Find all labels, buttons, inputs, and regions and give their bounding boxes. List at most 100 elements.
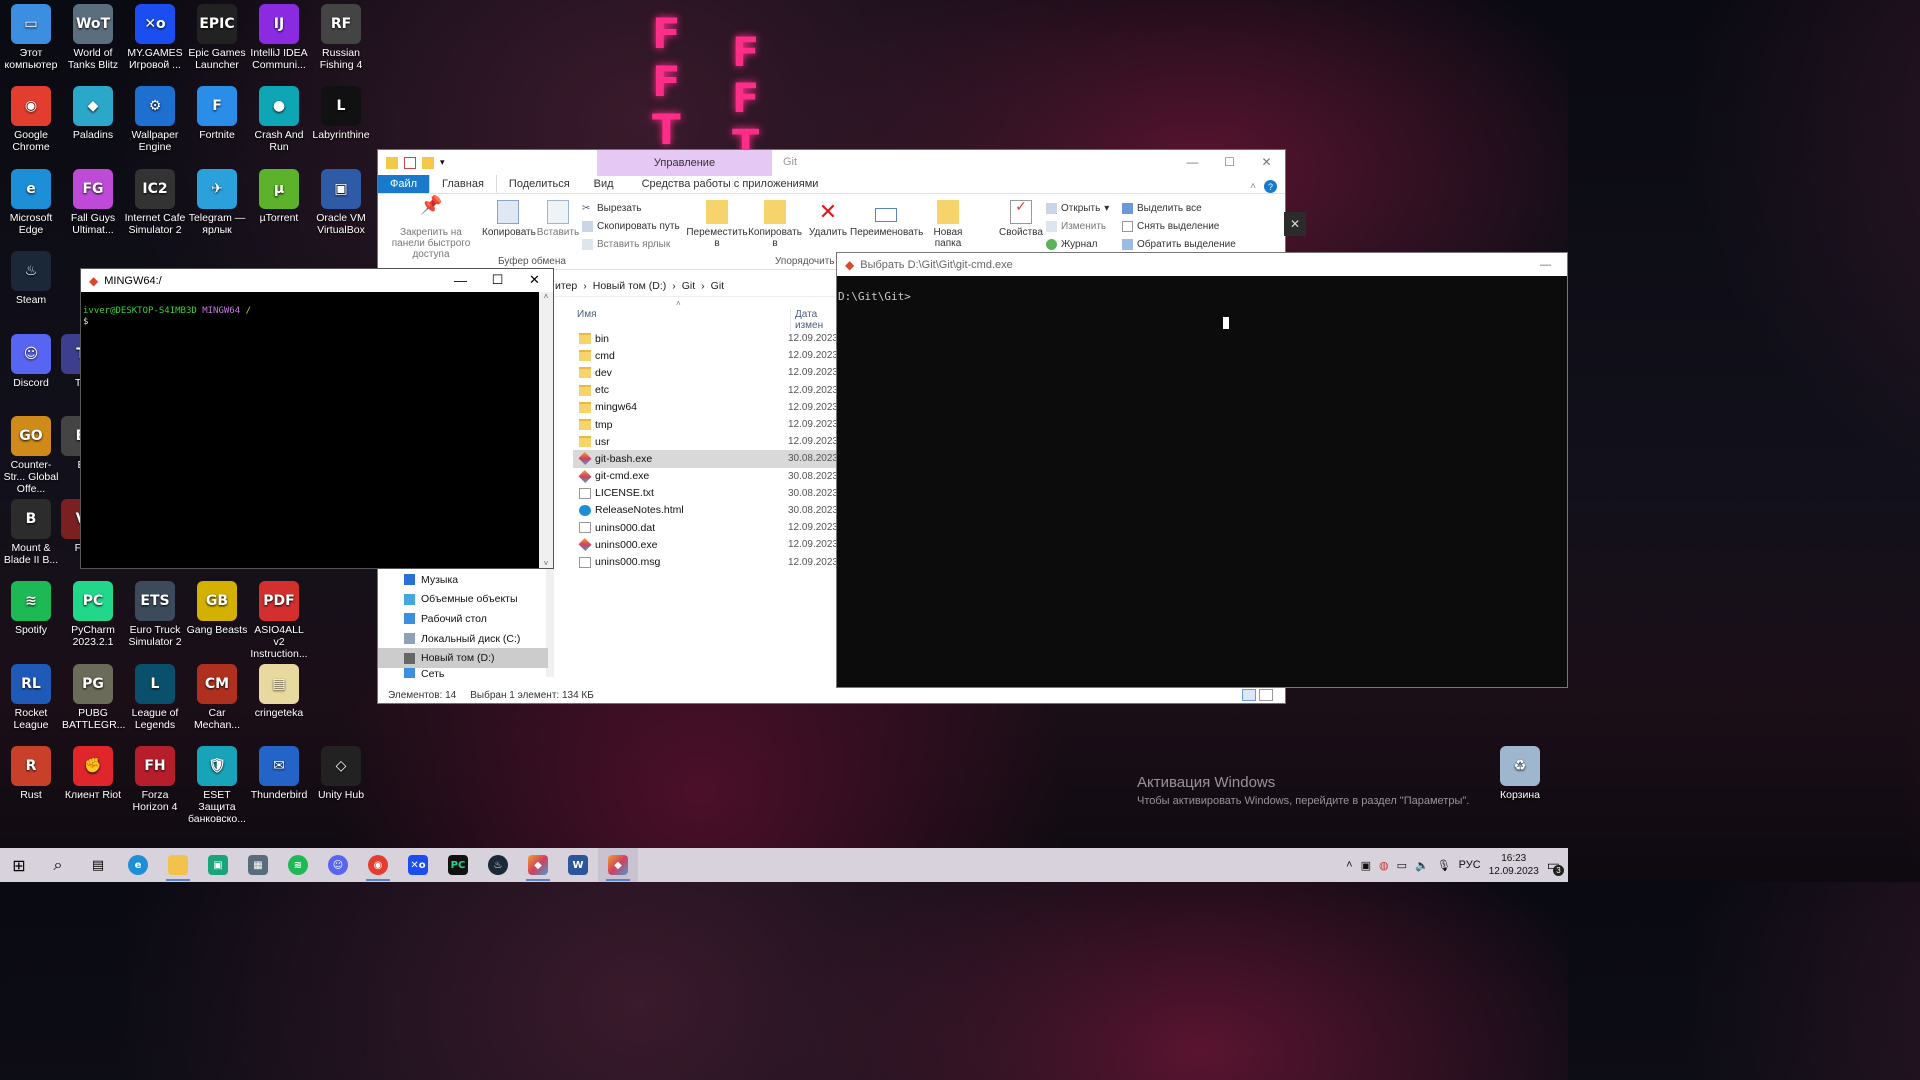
properties-button[interactable]: ✓ Свойства (998, 199, 1044, 238)
mingw-terminal-window[interactable]: ◆ MINGW64:/ — ☐ ✕ ivver@DESKTOP-S4IMB3D … (80, 268, 554, 569)
properties-icon[interactable] (404, 156, 416, 169)
file-row[interactable]: tmp 12.09.2023 (573, 416, 838, 433)
file-row[interactable]: git-bash.exe 30.08.2023 (573, 450, 838, 468)
desktop-icon[interactable]: F Fortnite (186, 82, 248, 141)
new-folder-button[interactable]: Новая папка (928, 200, 968, 249)
minimize-icon[interactable]: — (1174, 150, 1211, 174)
file-row[interactable]: bin 12.09.2023 (573, 330, 838, 347)
pin-button[interactable]: 📌 Закрепить на панели быстрого доступа (383, 196, 479, 260)
breadcrumb-item[interactable]: итер (555, 280, 577, 292)
copy-button[interactable]: Копировать (482, 200, 536, 238)
breadcrumb-item[interactable]: Git (711, 280, 724, 292)
help-icon[interactable]: ? (1264, 180, 1277, 193)
desktop-icon[interactable]: ⚙ Wallpaper Engine (124, 82, 186, 153)
file-row[interactable]: mingw64 12.09.2023 (573, 399, 838, 416)
context-tab-manage[interactable]: Управление (597, 150, 772, 176)
details-view-icon[interactable] (1242, 689, 1256, 701)
tab-view[interactable]: Вид (582, 174, 626, 193)
breadcrumb-item[interactable]: Git (682, 280, 695, 292)
nav-item[interactable]: Рабочий стол (378, 609, 548, 629)
desktop-icon[interactable]: FG Fall Guys Ultimat... (62, 165, 124, 236)
desktop-icon[interactable]: WoT World of Tanks Blitz (62, 0, 124, 71)
desktop-icon[interactable]: ▣ Oracle VM VirtualBox (310, 165, 372, 236)
open-button[interactable]: Открыть ▾ (1046, 203, 1109, 214)
network-icon[interactable]: ▭ (1397, 859, 1407, 872)
search-button[interactable]: ⌕ (38, 848, 78, 882)
language-indicator[interactable]: РУС (1459, 859, 1481, 871)
file-row[interactable]: unins000.dat 12.09.2023 (573, 519, 838, 536)
desktop-icon[interactable]: L Labyrinthine (310, 82, 372, 141)
select-all-button[interactable]: Выделить все (1122, 203, 1202, 214)
start-button[interactable]: ⊞ (0, 848, 38, 882)
mingw-titlebar[interactable]: ◆ MINGW64:/ — ☐ ✕ (81, 269, 553, 292)
desktop-icon[interactable]: L League of Legends (124, 660, 186, 731)
desktop-icon[interactable]: RL Rocket League (0, 660, 62, 731)
desktop-icon[interactable]: FH Forza Horizon 4 (124, 742, 186, 813)
taskbar-explorer[interactable] (158, 848, 198, 882)
select-none-button[interactable]: Снять выделение (1122, 221, 1219, 232)
close-icon[interactable]: ✕ (516, 269, 553, 291)
desktop-icon[interactable]: IC2 Internet Cafe Simulator 2 (124, 165, 186, 236)
chevron-down-icon[interactable]: ˅ (539, 559, 553, 568)
taskbar-spotify[interactable]: ≋ (278, 848, 318, 882)
file-row[interactable]: unins000.exe 12.09.2023 (573, 536, 838, 553)
invert-selection-button[interactable]: Обратить выделение (1122, 239, 1236, 250)
rename-button[interactable]: Переименовать (850, 200, 923, 238)
desktop-icon[interactable]: ◆ Paladins (62, 82, 124, 141)
cmd-window[interactable]: ◆ Выбрать D:\Git\Git\git-cmd.exe — D:\Gi… (836, 252, 1568, 688)
nav-item[interactable]: Объемные объекты (378, 590, 548, 610)
paste-button[interactable]: Вставить (536, 200, 580, 238)
close-icon[interactable]: ✕ (1284, 212, 1306, 236)
nav-item[interactable]: Новый том (D:) (378, 648, 548, 668)
taskbar-app[interactable]: ▣ (198, 848, 238, 882)
terminal-scrollbar[interactable]: ˄ ˅ (539, 292, 553, 568)
desktop-icon[interactable]: PDF ASIO4ALL v2 Instruction... (248, 577, 310, 660)
notification-icon[interactable]: ▭ 3 (1547, 857, 1564, 876)
nav-item[interactable]: Локальный диск (C:) (378, 629, 548, 649)
explorer-titlebar[interactable]: ▾ Управление Git — ☐ ✕ (378, 150, 1285, 176)
desktop-icon[interactable]: EPIC Epic Games Launcher (186, 0, 248, 71)
tray-security-icon[interactable]: ◍ (1379, 859, 1389, 872)
taskbar-chrome[interactable]: ◉ (358, 848, 398, 882)
taskbar-git-bash[interactable]: ◆ (518, 848, 558, 882)
desktop-icon[interactable]: ETS Euro Truck Simulator 2 (124, 577, 186, 648)
file-row[interactable]: git-cmd.exe 30.08.2023 (573, 468, 838, 485)
tiles-view-icon[interactable] (1259, 689, 1273, 701)
desktop-icon[interactable]: PG PUBG BATTLEGR... (62, 660, 125, 731)
chevron-up-icon[interactable]: ˄ (1346, 859, 1352, 871)
maximize-icon[interactable]: ☐ (479, 269, 516, 291)
file-row[interactable]: etc 12.09.2023 (573, 382, 838, 399)
nav-item[interactable]: Сеть (378, 667, 548, 678)
tab-app-tools[interactable]: Средства работы с приложениями (630, 174, 831, 193)
desktop-icon[interactable]: CM Car Mechan... (186, 660, 248, 731)
desktop-icon[interactable]: PC PyCharm 2023.2.1 (62, 577, 124, 648)
terminal-output[interactable]: ivver@DESKTOP-S4IMB3D MINGW64 / $ (81, 292, 553, 328)
file-row[interactable]: cmd 12.09.2023 (573, 347, 838, 364)
file-row[interactable]: usr 12.09.2023 (573, 433, 838, 450)
minimize-icon[interactable]: — (442, 269, 479, 291)
cmd-output[interactable]: D:\Git\Git> (837, 276, 1567, 303)
tray-app-icon[interactable]: ▣ (1361, 859, 1371, 872)
tab-share[interactable]: Поделиться (497, 174, 582, 193)
desktop-icon[interactable]: ◇ Unity Hub (310, 742, 372, 801)
cmd-titlebar[interactable]: ◆ Выбрать D:\Git\Git\git-cmd.exe — (837, 253, 1567, 276)
desktop-icon[interactable]: µ µTorrent (248, 165, 310, 224)
column-name[interactable]: Имя (577, 309, 596, 320)
tab-file[interactable]: Файл (378, 174, 430, 193)
desktop-icon[interactable]: GB Gang Beasts (186, 577, 248, 636)
cut-button[interactable]: ✂ Вырезать (582, 203, 641, 214)
taskbar-discord[interactable]: ☺ (318, 848, 358, 882)
clock[interactable]: 16:23 12.09.2023 (1489, 852, 1539, 878)
desktop-icon[interactable]: R Rust (0, 742, 62, 801)
breadcrumb[interactable]: итер › Новый том (D:) › Git › Git (553, 275, 835, 297)
taskbar-mygames[interactable]: ✕o (398, 848, 438, 882)
chevron-up-icon[interactable]: ˄ (539, 292, 553, 301)
history-button[interactable]: Журнал (1046, 239, 1098, 250)
desktop-icon[interactable]: ● Crash And Run (248, 82, 310, 153)
desktop-icon[interactable]: IJ IntelliJ IDEA Communi... (248, 0, 310, 71)
maximize-icon[interactable]: ☐ (1211, 150, 1248, 174)
taskbar-steam[interactable]: ♨ (478, 848, 518, 882)
tab-home[interactable]: Главная (429, 174, 497, 193)
close-icon[interactable]: ✕ (1248, 150, 1285, 174)
taskbar-calculator[interactable]: ▦ (238, 848, 278, 882)
